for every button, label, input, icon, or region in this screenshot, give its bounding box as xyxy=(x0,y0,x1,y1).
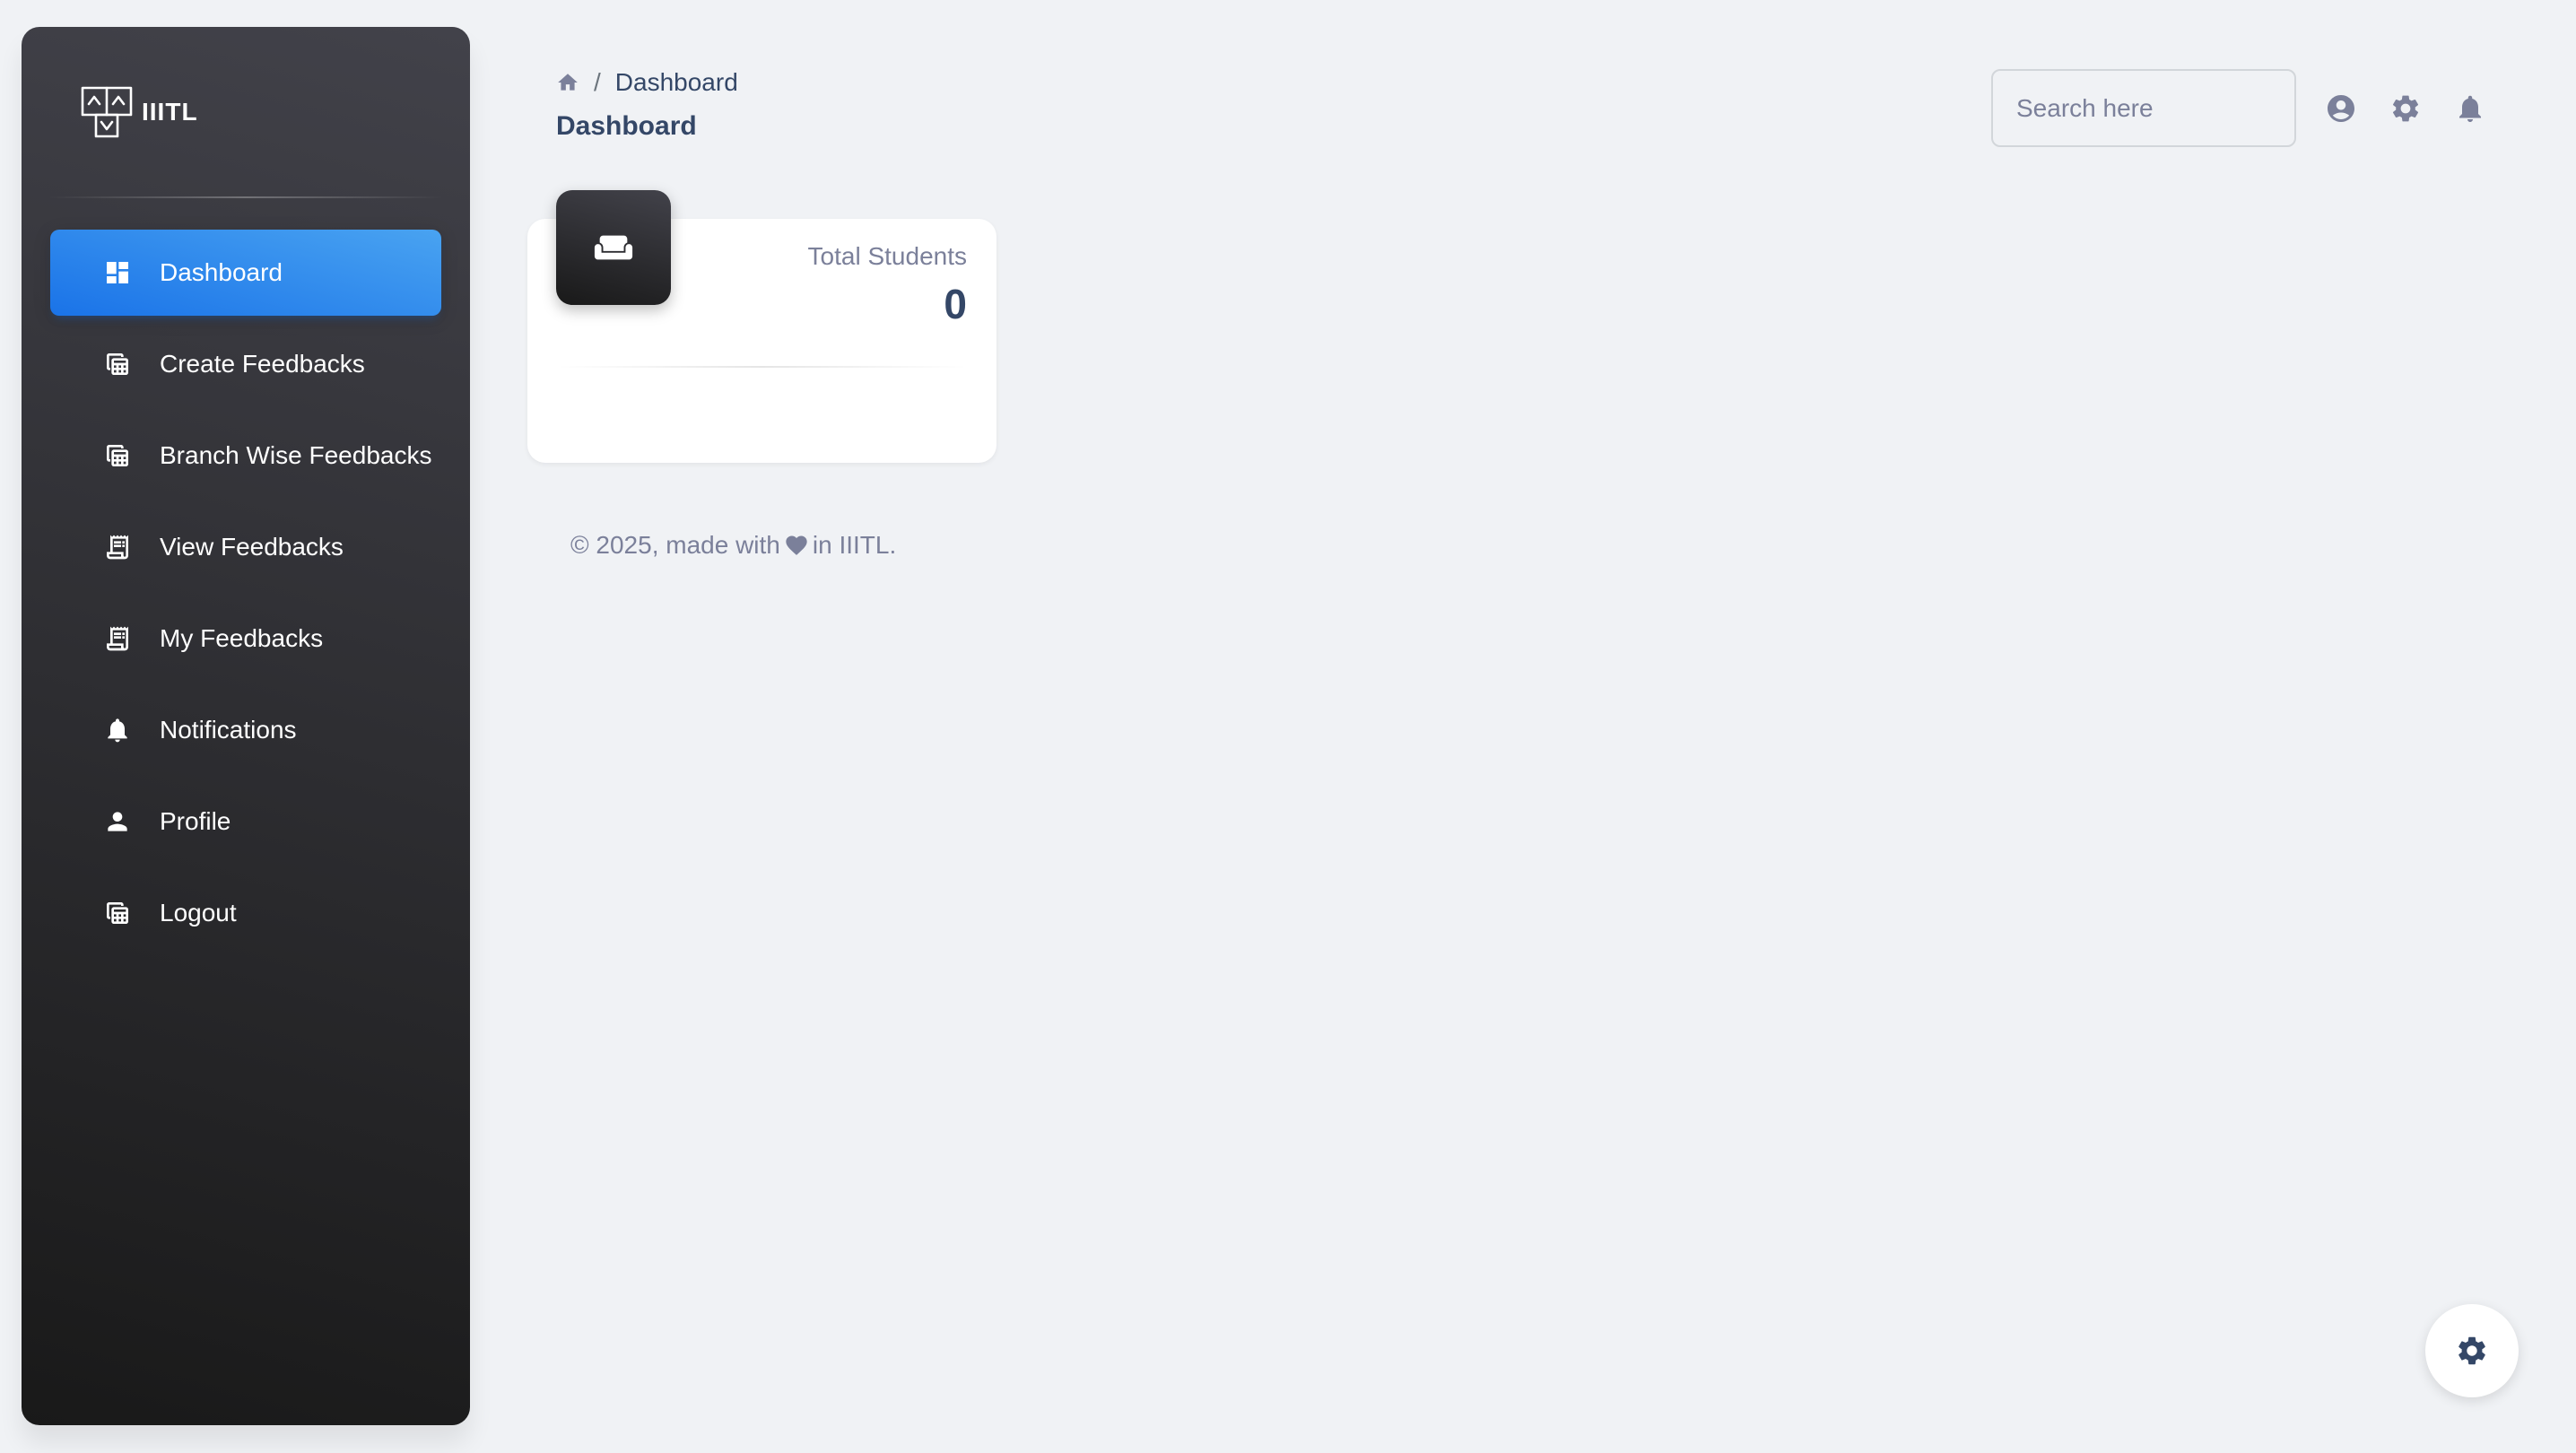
sidebar-item-create-feedbacks[interactable]: Create Feedbacks xyxy=(50,321,441,407)
configurator-button[interactable] xyxy=(2425,1304,2519,1397)
dashboard-icon xyxy=(102,257,133,288)
receipt-long-icon xyxy=(102,623,133,654)
search-input[interactable] xyxy=(1991,69,2296,147)
sidebar-item-label: Profile xyxy=(160,807,231,835)
sidebar-nav: Dashboard Create Feedbacks Branch Wise F… xyxy=(50,230,441,961)
bell-icon xyxy=(102,715,133,745)
settings-icon xyxy=(2459,1336,2485,1365)
heart-icon xyxy=(780,533,813,558)
sidebar-item-logout[interactable]: Logout xyxy=(50,870,441,956)
table-view-icon xyxy=(102,898,133,928)
stat-value: 0 xyxy=(944,281,967,327)
sidebar: IIITL Dashboard Create Feedbacks Branch … xyxy=(22,27,470,1425)
footer-prefix: © 2025, made with xyxy=(570,531,780,559)
receipt-long-icon xyxy=(102,532,133,562)
sidebar-item-label: My Feedbacks xyxy=(160,624,324,652)
sidebar-item-label: Create Feedbacks xyxy=(160,350,365,378)
weekend-icon xyxy=(594,235,633,260)
brand[interactable]: IIITL xyxy=(81,72,198,152)
breadcrumb: / Dashboard xyxy=(556,68,738,97)
sidebar-item-label: Logout xyxy=(160,899,237,927)
sidebar-item-my-feedbacks[interactable]: My Feedbacks xyxy=(50,596,441,682)
sidebar-item-view-feedbacks[interactable]: View Feedbacks xyxy=(50,504,441,590)
card-icon-container xyxy=(556,190,671,305)
person-icon xyxy=(102,806,133,837)
footer-suffix: in IIITL. xyxy=(812,531,897,559)
sidebar-item-notifications[interactable]: Notifications xyxy=(50,687,441,773)
header-actions xyxy=(2325,92,2486,125)
sidebar-divider xyxy=(48,196,443,198)
settings-icon[interactable] xyxy=(2389,92,2422,125)
total-students-card: Total Students 0 xyxy=(527,190,996,463)
iiitl-logo-icon xyxy=(81,86,133,138)
notifications-icon[interactable] xyxy=(2454,92,2486,125)
breadcrumb-current: Dashboard xyxy=(614,68,738,96)
sidebar-item-label: Branch Wise Feedbacks xyxy=(160,441,432,469)
sidebar-item-profile[interactable]: Profile xyxy=(50,779,441,865)
card-divider xyxy=(556,366,968,368)
sidebar-item-dashboard[interactable]: Dashboard xyxy=(50,230,441,316)
sidebar-item-label: View Feedbacks xyxy=(160,533,344,561)
account-circle-icon[interactable] xyxy=(2325,92,2357,125)
sidebar-item-label: Notifications xyxy=(160,716,297,744)
page-title: Dashboard xyxy=(556,111,697,141)
table-view-icon xyxy=(102,440,133,471)
footer: © 2025, made with in IIITL. xyxy=(570,531,896,560)
brand-name: IIITL xyxy=(142,98,198,126)
sidebar-item-branch-wise-feedbacks[interactable]: Branch Wise Feedbacks xyxy=(50,413,441,499)
breadcrumb-separator: / xyxy=(594,68,601,96)
home-icon[interactable] xyxy=(556,71,579,94)
sidebar-item-label: Dashboard xyxy=(160,258,283,286)
table-view-icon xyxy=(102,349,133,379)
stat-label: Total Students xyxy=(807,242,967,270)
